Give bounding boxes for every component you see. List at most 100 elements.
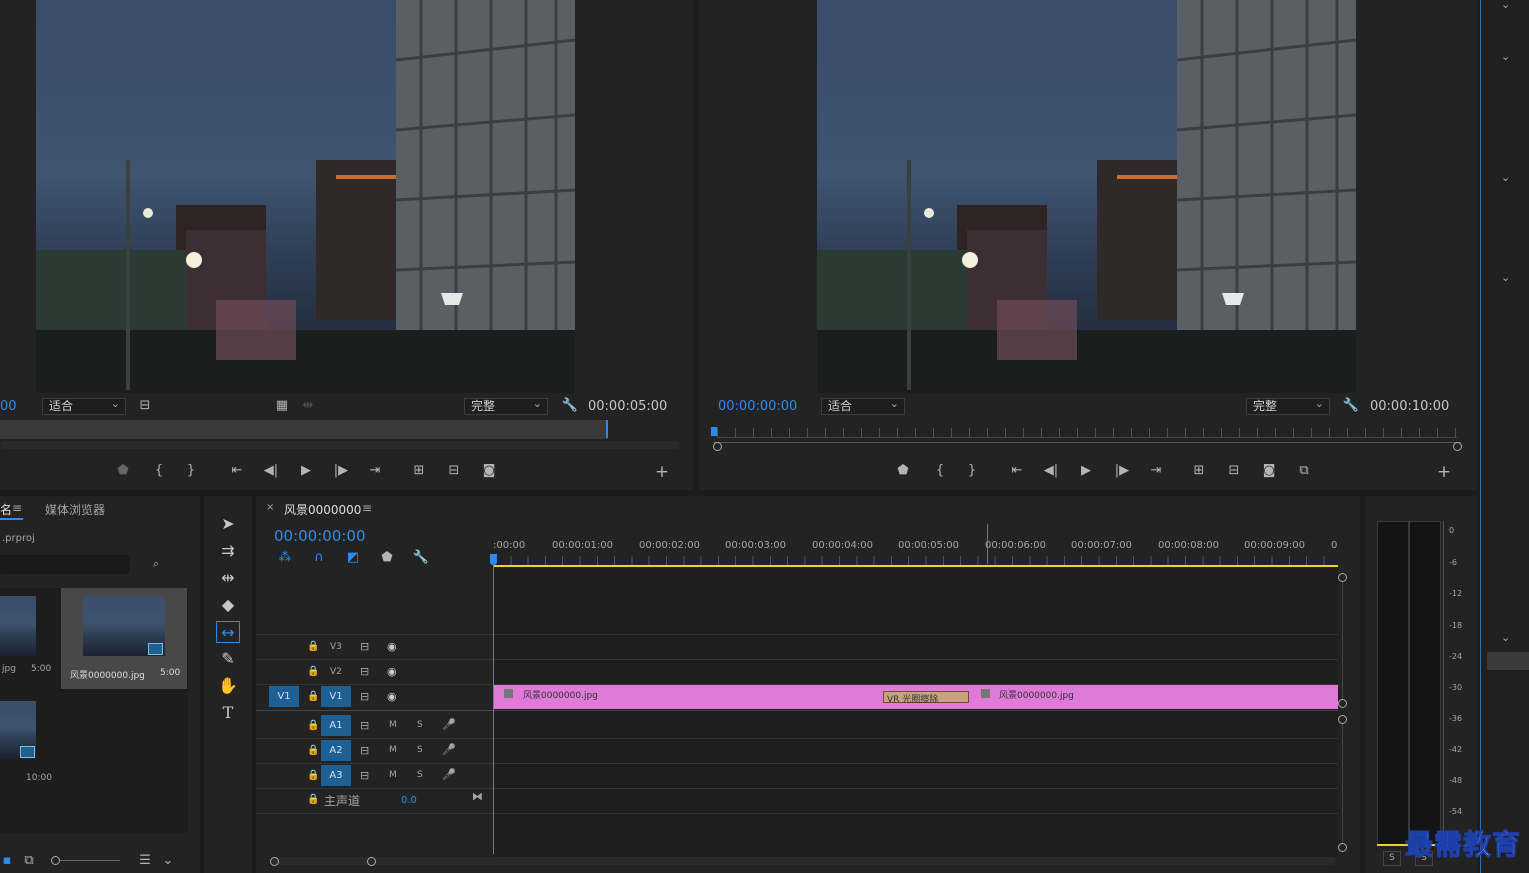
time-ruler[interactable]: :00:00 00:00:01:00 00:00:02:00 00:00:03:… xyxy=(493,536,1338,567)
program-zoom-right-handle[interactable] xyxy=(1453,442,1462,451)
snap-icon[interactable]: ∩ xyxy=(308,549,330,567)
selection-tool-icon[interactable]: ➤ xyxy=(216,513,240,535)
program-add-button-icon[interactable]: + xyxy=(1433,463,1455,481)
source-add-button-icon[interactable]: + xyxy=(651,463,673,481)
program-quality-dropdown[interactable]: 完整 xyxy=(1246,396,1330,415)
source-patch-v1[interactable]: V1 xyxy=(269,686,299,707)
lock-icon[interactable]: 🔒 xyxy=(307,720,319,731)
freeform-view-icon[interactable]: ⧉ xyxy=(18,852,40,870)
mute-button[interactable]: M xyxy=(389,745,397,755)
mark-in-icon[interactable]: { xyxy=(148,462,170,480)
comparison-view-icon[interactable]: ⧉ xyxy=(1293,462,1315,480)
thumbnail-size-handle[interactable] xyxy=(51,856,60,865)
lock-icon[interactable]: 🔒 xyxy=(307,691,319,702)
step-back-icon[interactable]: ◀| xyxy=(260,462,282,480)
source-settings-icon[interactable]: ⊟ xyxy=(134,397,156,415)
source-wrench-icon[interactable]: 🔧 xyxy=(559,397,581,415)
go-to-next-edit-icon[interactable]: ⧓ xyxy=(472,790,483,803)
go-to-in-icon[interactable]: ⇤ xyxy=(226,462,248,480)
collapse-chevron-icon[interactable]: ⌄ xyxy=(1501,631,1510,644)
sync-lock-icon[interactable]: ⊟ xyxy=(360,690,369,703)
track-target-v1[interactable]: V1 xyxy=(321,686,351,707)
lock-icon[interactable]: 🔒 xyxy=(307,794,319,805)
project-tab-menu-icon[interactable]: ≡ xyxy=(12,501,22,515)
solo-left-button[interactable]: S xyxy=(1383,851,1401,866)
audio-scroll-bar[interactable] xyxy=(1342,724,1343,843)
source-zoom-bar[interactable] xyxy=(0,441,680,449)
prog-mark-in-icon[interactable]: { xyxy=(929,462,951,480)
solo-button[interactable]: S xyxy=(417,770,423,780)
project-item-sequence[interactable]: 10:00 xyxy=(0,696,57,793)
close-tab-icon[interactable]: × xyxy=(266,502,274,513)
track-select-tool-icon[interactable]: ⇉ xyxy=(216,540,240,562)
sync-lock-icon[interactable]: ⊟ xyxy=(360,665,369,678)
program-playhead-timecode[interactable]: 00:00:00:00 xyxy=(718,399,797,414)
find-bin-icon[interactable]: ⌕ xyxy=(145,555,167,573)
collapse-chevron-icon[interactable]: ⌄ xyxy=(1501,50,1510,63)
lock-icon[interactable]: 🔒 xyxy=(307,745,319,756)
step-forward-icon[interactable]: |▶ xyxy=(330,462,352,480)
video-scroll-top-handle[interactable] xyxy=(1338,573,1347,582)
collapse-chevron-icon[interactable]: ⌄ xyxy=(1501,271,1510,284)
play-icon[interactable]: ▶ xyxy=(295,462,317,480)
sort-icon[interactable]: ☰ xyxy=(134,852,156,870)
project-item-selected[interactable]: 风景0000000.jpg 5:00 xyxy=(61,588,187,689)
video-scroll-bar[interactable] xyxy=(1342,582,1343,699)
voiceover-mic-icon[interactable]: 🎤 xyxy=(442,743,456,756)
project-search-input[interactable] xyxy=(0,555,130,574)
solo-button[interactable]: S xyxy=(417,720,423,730)
project-item-jpg[interactable]: jpg 5:00 xyxy=(0,588,57,685)
program-wrench-icon[interactable]: 🔧 xyxy=(1340,397,1362,415)
razor-tool-icon[interactable]: ◆ xyxy=(216,594,240,616)
timeline-zoom-left-handle[interactable] xyxy=(270,857,279,866)
video-clip[interactable]: 风景0000000.jpg 风景0000000.jpg VR 光圈擦除 xyxy=(493,685,1338,709)
overwrite-icon[interactable]: ⊟ xyxy=(443,462,465,480)
source-playhead-marker[interactable] xyxy=(606,420,608,438)
mark-out-icon[interactable]: } xyxy=(180,462,202,480)
timeline-zoom-right-handle[interactable] xyxy=(367,857,376,866)
slip-tool-icon[interactable]: ↔ xyxy=(216,621,240,643)
track-target-a2[interactable]: A2 xyxy=(321,740,351,761)
lock-icon[interactable]: 🔒 xyxy=(307,770,319,781)
program-fit-dropdown[interactable]: 适合 xyxy=(821,396,905,415)
eye-icon[interactable]: ◉ xyxy=(387,690,397,703)
audio-scroll-bottom-handle[interactable] xyxy=(1338,843,1347,852)
solo-button[interactable]: S xyxy=(417,745,423,755)
master-volume-value[interactable]: 0.0 xyxy=(401,795,417,806)
prog-add-marker-icon[interactable]: ⬟ xyxy=(892,462,914,480)
program-zoom-left-handle[interactable] xyxy=(713,442,722,451)
eye-icon[interactable]: ◉ xyxy=(387,640,397,653)
add-marker-icon[interactable]: ⬟ xyxy=(112,462,134,480)
eye-icon[interactable]: ◉ xyxy=(387,665,397,678)
video-scroll-bottom-handle[interactable] xyxy=(1338,699,1347,708)
collapse-chevron-icon[interactable]: ⌄ xyxy=(1501,171,1510,184)
track-label-v3[interactable]: V3 xyxy=(330,642,342,652)
source-fit-dropdown[interactable]: 适合 xyxy=(42,396,126,415)
voiceover-mic-icon[interactable]: 🎤 xyxy=(442,768,456,781)
sync-lock-icon[interactable]: ⊟ xyxy=(360,640,369,653)
program-zoom-bar[interactable] xyxy=(713,442,1461,450)
mute-button[interactable]: M xyxy=(389,770,397,780)
pen-tool-icon[interactable]: ✎ xyxy=(216,648,240,670)
insert-icon[interactable]: ⊞ xyxy=(408,462,430,480)
prog-play-icon[interactable]: ▶ xyxy=(1075,462,1097,480)
type-tool-icon[interactable]: T xyxy=(216,702,240,724)
project-tab-label[interactable]: 名 xyxy=(0,501,12,518)
track-label-v2[interactable]: V2 xyxy=(330,667,342,677)
program-time-ruler[interactable] xyxy=(717,428,1457,438)
audio-scroll-top-handle[interactable] xyxy=(1338,715,1347,724)
prog-step-forward-icon[interactable]: |▶ xyxy=(1111,462,1133,480)
prog-mark-out-icon[interactable]: } xyxy=(961,462,983,480)
track-target-a1[interactable]: A1 xyxy=(321,715,351,736)
mute-button[interactable]: M xyxy=(389,720,397,730)
hand-tool-icon[interactable]: ✋ xyxy=(216,675,240,697)
add-marker-timeline-icon[interactable]: ⬟ xyxy=(376,549,398,567)
export-frame-icon[interactable]: ◙ xyxy=(478,462,500,480)
prog-step-back-icon[interactable]: ◀| xyxy=(1040,462,1062,480)
voiceover-mic-icon[interactable]: 🎤 xyxy=(442,718,456,731)
media-browser-tab[interactable]: 媒体浏览器 xyxy=(45,501,105,518)
sort-chevron-icon[interactable]: ⌄ xyxy=(157,852,179,870)
thumbnail-size-slider[interactable] xyxy=(54,860,120,861)
lock-icon[interactable]: 🔒 xyxy=(307,641,319,652)
sequence-tab-title[interactable]: 风景0000000 xyxy=(284,501,361,518)
